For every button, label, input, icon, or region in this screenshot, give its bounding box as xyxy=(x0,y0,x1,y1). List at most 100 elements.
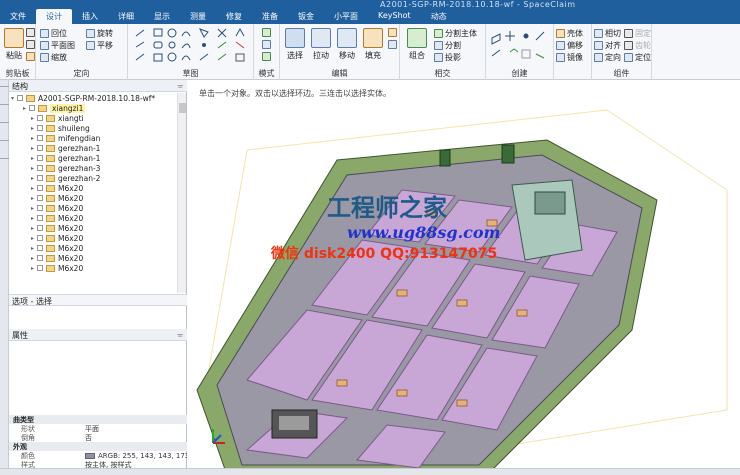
section-mode-icon[interactable] xyxy=(262,40,271,49)
tree-item[interactable]: ▸ M6x20 xyxy=(9,243,177,253)
visibility-checkbox[interactable] xyxy=(29,105,35,111)
visibility-checkbox[interactable] xyxy=(37,255,43,261)
body-group: 壳体 偏移 镜像 xyxy=(554,24,592,80)
tab-design[interactable]: 设计 xyxy=(36,9,72,24)
tangent-button[interactable]: 相切 xyxy=(594,28,621,39)
model-render[interactable] xyxy=(187,80,740,475)
visibility-checkbox[interactable] xyxy=(37,125,43,131)
tree-item[interactable]: ▸ mifengdian xyxy=(9,133,177,143)
tab-insert[interactable]: 插入 xyxy=(72,9,108,24)
visibility-checkbox[interactable] xyxy=(37,195,43,201)
pan-button[interactable]: 平移 xyxy=(86,40,113,51)
create-tools-icons[interactable] xyxy=(488,28,552,68)
pin-icon[interactable]: ᚚ xyxy=(178,81,183,90)
copy-icon[interactable] xyxy=(26,40,35,49)
tree-item[interactable]: ▸ gerezhan-3 xyxy=(9,163,177,173)
move-button[interactable]: 移动 xyxy=(334,26,360,61)
mirror-button[interactable]: 镜像 xyxy=(556,52,583,63)
tree-item[interactable]: ▸ M6x20 xyxy=(9,223,177,233)
visibility-checkbox[interactable] xyxy=(37,135,43,141)
plan-view-button[interactable]: 平面图 xyxy=(40,40,75,51)
root-checkbox[interactable] xyxy=(17,95,23,101)
visibility-checkbox[interactable] xyxy=(37,235,43,241)
side-tab-layers[interactable] xyxy=(0,104,9,116)
visibility-checkbox[interactable] xyxy=(37,185,43,191)
lock-button[interactable]: 定位 xyxy=(624,52,651,63)
tree-item-label: M6x20 xyxy=(58,253,84,263)
anchor-button[interactable]: 固定 xyxy=(624,28,651,39)
sketch-tools-icons[interactable] xyxy=(130,27,254,69)
tab-facets[interactable]: 小平面 xyxy=(324,9,368,24)
visibility-checkbox[interactable] xyxy=(37,165,43,171)
paste-button[interactable]: 粘贴 xyxy=(1,26,27,61)
split-body-button[interactable]: 分割主体 xyxy=(434,28,477,39)
tree-scroll-thumb[interactable] xyxy=(179,103,186,113)
tree-item[interactable]: ▸ xiangti xyxy=(9,113,177,123)
tree-item-label: M6x20 xyxy=(58,233,84,243)
side-tab-views[interactable] xyxy=(0,158,9,170)
tree-item[interactable]: ▸ gerezhan-1 xyxy=(9,153,177,163)
combine-button[interactable]: 组合 xyxy=(404,26,430,61)
tree-item[interactable]: ▸ xiangzi1 xyxy=(9,103,177,113)
tree-item[interactable]: ▸ M6x20 xyxy=(9,193,177,203)
visibility-checkbox[interactable] xyxy=(37,215,43,221)
properties-pin-icon[interactable]: ᚚ xyxy=(178,330,183,339)
shell-button[interactable]: 壳体 xyxy=(556,28,583,39)
visibility-checkbox[interactable] xyxy=(37,155,43,161)
visibility-checkbox[interactable] xyxy=(37,145,43,151)
offset-button[interactable]: 偏移 xyxy=(556,40,583,51)
fill-button[interactable]: 填充 xyxy=(360,26,386,61)
home-button[interactable]: 回位 xyxy=(40,28,67,39)
sketch-mode-icon[interactable] xyxy=(262,28,271,37)
visibility-checkbox[interactable] xyxy=(37,225,43,231)
property-value[interactable]: ARGB: 255, 143, 143, 173 xyxy=(85,452,187,460)
align-button[interactable]: 对齐 xyxy=(594,40,621,51)
3d-mode-icon[interactable] xyxy=(262,52,271,61)
side-tab-selection[interactable] xyxy=(0,122,9,134)
tab-prepare[interactable]: 准备 xyxy=(252,9,288,24)
tree-item[interactable]: ▸ gerezhan-1 xyxy=(9,143,177,153)
tab-file[interactable]: 文件 xyxy=(0,9,36,24)
blend-icon[interactable] xyxy=(388,28,397,37)
select-button[interactable]: 选择 xyxy=(282,26,308,61)
tree-item[interactable]: ▸ M6x20 xyxy=(9,203,177,213)
gear-button[interactable]: 齿轮 xyxy=(624,40,651,51)
3d-viewport[interactable]: 单击一个对象。双击以选择环边。三连击以选择实体。 工程师之家 www.ug88s… xyxy=(187,80,740,475)
tree-item[interactable]: ▸ M6x20 xyxy=(9,253,177,263)
visibility-checkbox[interactable] xyxy=(37,175,43,181)
tree-item[interactable]: ▸ M6x20 xyxy=(9,263,177,273)
tab-dynamics[interactable]: 动态 xyxy=(421,9,457,24)
orient-group-label: 定向 xyxy=(73,69,90,78)
spin-button[interactable]: 旋转 xyxy=(86,28,113,39)
title-bar: A2001-SGP-RM-2018.10.18-wf - SpaceClaim … xyxy=(0,0,740,24)
tab-keyshot[interactable]: KeyShot xyxy=(368,9,421,24)
tree-item[interactable]: ▸ M6x20 xyxy=(9,183,177,193)
tab-display[interactable]: 显示 xyxy=(144,9,180,24)
visibility-checkbox[interactable] xyxy=(37,265,43,271)
cut-icon[interactable] xyxy=(26,28,35,37)
tree-item[interactable]: ▸ gerezhan-2 xyxy=(9,173,177,183)
tab-measure[interactable]: 测量 xyxy=(180,9,216,24)
format-painter-icon[interactable] xyxy=(26,52,35,61)
tab-repair[interactable]: 修复 xyxy=(216,9,252,24)
tab-detail[interactable]: 详细 xyxy=(108,9,144,24)
visibility-checkbox[interactable] xyxy=(37,205,43,211)
pull-icon xyxy=(311,28,331,48)
replace-icon[interactable] xyxy=(388,40,397,49)
tree-root[interactable]: ▾ A2001-SGP-RM-2018.10.18-wf* xyxy=(9,93,177,103)
tree-item[interactable]: ▸ M6x20 xyxy=(9,233,177,243)
tree-item[interactable]: ▸ shuileng xyxy=(9,123,177,133)
split-button[interactable]: 分割 xyxy=(434,40,461,51)
project-button[interactable]: 投影 xyxy=(434,52,461,63)
selection-options-bar[interactable]: 选项 - 选择 xyxy=(9,294,187,306)
visibility-checkbox[interactable] xyxy=(37,115,43,121)
tree-item[interactable]: ▸ M6x20 xyxy=(9,213,177,223)
pull-button[interactable]: 拉动 xyxy=(308,26,334,61)
tab-sheetmetal[interactable]: 钣金 xyxy=(288,9,324,24)
visibility-checkbox[interactable] xyxy=(37,245,43,251)
side-tab-structure[interactable] xyxy=(0,86,9,98)
zoom-button[interactable]: 缩放 xyxy=(40,52,67,63)
side-tab-groups[interactable] xyxy=(0,140,9,152)
orient-constraint-button[interactable]: 定向 xyxy=(594,52,621,63)
tree-scrollbar[interactable] xyxy=(177,93,186,293)
